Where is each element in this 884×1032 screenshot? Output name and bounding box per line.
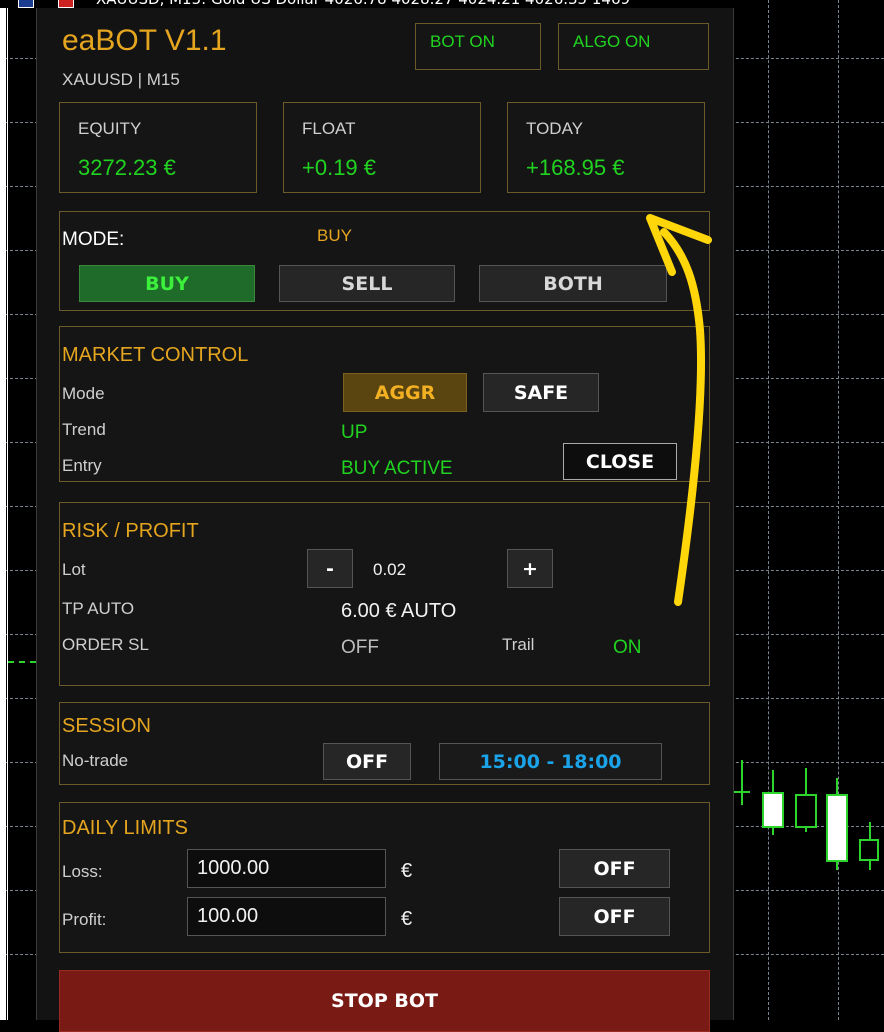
annotation-arrow [646,214,712,606]
